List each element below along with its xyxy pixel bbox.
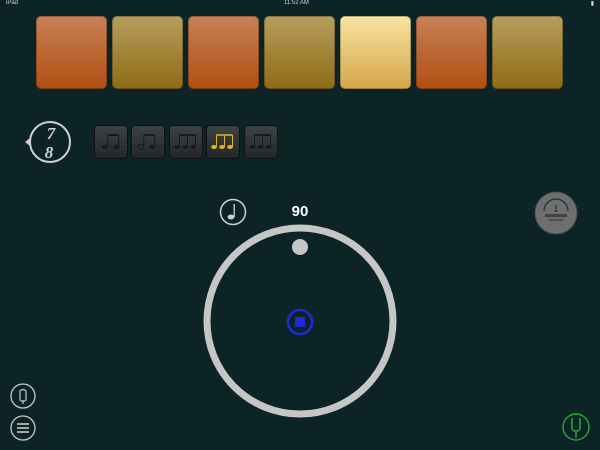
status-bar: iPad 11:52 AM ▮ <box>0 0 600 8</box>
quarter-eighth-notes-icon <box>137 134 159 150</box>
stop-icon <box>295 317 305 327</box>
beat-pad-7[interactable] <box>492 16 563 89</box>
time-signature-numerator: 7 <box>47 124 57 143</box>
tempo-value: 90 <box>291 203 309 220</box>
time-signature-button[interactable]: 7 8 <box>24 118 72 166</box>
subdivision-triplet-button[interactable] <box>207 126 239 158</box>
battery-icon: ▮ <box>590 1 594 7</box>
menu-icon[interactable] <box>10 415 36 441</box>
speaker-icon[interactable] <box>10 383 36 409</box>
subdivision-eighths-dotted-button[interactable] <box>245 126 277 158</box>
clock-label: 11:52 AM <box>284 0 309 6</box>
beat-pad-1[interactable] <box>36 16 107 89</box>
eighths-dotted-notes-icon <box>249 134 275 149</box>
subdivision-quarter-eighth-button[interactable] <box>132 126 164 158</box>
carrier-label: iPad <box>6 0 19 6</box>
dotted-eighths-notes-icon <box>102 134 123 150</box>
beat-pads <box>36 16 566 89</box>
beat-pad-5[interactable] <box>340 16 411 89</box>
beat-pad-3[interactable] <box>188 16 259 89</box>
beat-pad-2[interactable] <box>112 16 183 89</box>
subdivision-dotted-eighths-button[interactable] <box>95 126 127 158</box>
subdivision-three-eighths-button[interactable] <box>170 126 202 158</box>
time-signature-denominator: 8 <box>45 143 54 162</box>
beat-pad-4[interactable] <box>264 16 335 89</box>
play-stop-button[interactable] <box>286 308 314 336</box>
tuning-fork-icon[interactable] <box>562 413 590 441</box>
triplet-notes-icon <box>211 134 233 149</box>
quarter-note-icon[interactable] <box>219 198 247 226</box>
dial-handle[interactable] <box>292 239 308 255</box>
beat-pad-6[interactable] <box>416 16 487 89</box>
three-eighths-notes-icon <box>174 134 196 149</box>
tempo-dial[interactable] <box>202 223 398 419</box>
app-logo-icon[interactable] <box>534 191 578 235</box>
